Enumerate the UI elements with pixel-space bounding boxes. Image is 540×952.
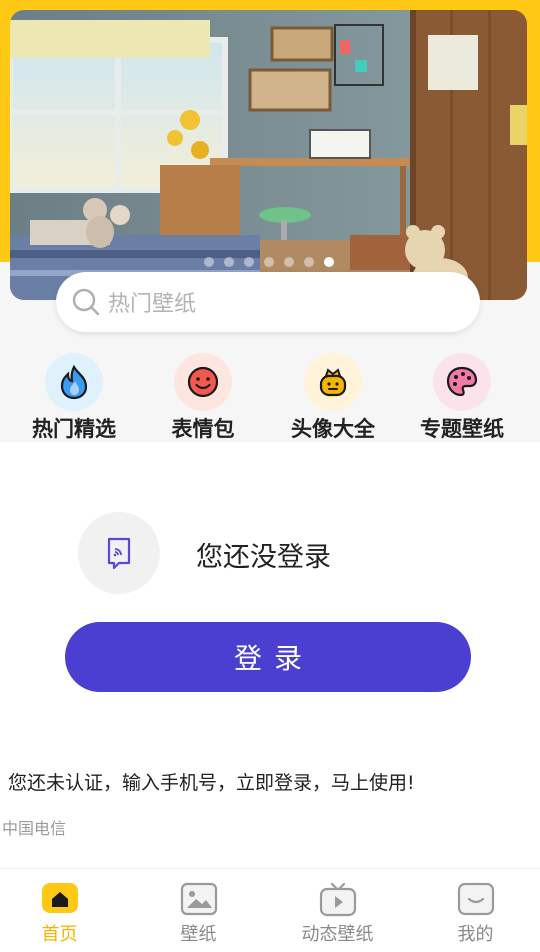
tab-mine[interactable]: 我的	[408, 869, 540, 952]
carousel-indicator	[10, 257, 527, 267]
carrier-label: 中国电信	[2, 819, 67, 838]
search-placeholder: 热门壁纸	[108, 292, 197, 317]
tab-label: 我的	[457, 924, 494, 945]
carousel-dot[interactable]	[283, 257, 294, 267]
category-label: 表情包	[171, 417, 235, 441]
category-icon-bg	[433, 353, 491, 411]
carousel-dot[interactable]	[303, 257, 314, 267]
tab-label: 壁纸	[180, 924, 217, 945]
category-topic-wallpapers[interactable]: 专题壁纸	[402, 353, 522, 443]
category-row: 热门精选 表情包 头像大全 专题壁纸	[0, 353, 540, 441]
login-button[interactable]: 登录	[65, 622, 471, 692]
smiley-icon	[187, 366, 219, 398]
tab-label: 首页	[41, 924, 78, 945]
flame-icon	[60, 364, 88, 400]
home-icon	[41, 883, 78, 913]
tab-live-wallpaper[interactable]: 动态壁纸	[270, 869, 405, 952]
category-icon-bg	[304, 353, 362, 411]
carousel-dot[interactable]	[263, 257, 274, 267]
category-icon-bg	[45, 353, 103, 411]
image-icon	[180, 882, 217, 916]
phone-login-icon	[107, 537, 131, 570]
avatar-crown-icon	[319, 368, 347, 397]
category-stickers[interactable]: 表情包	[143, 353, 263, 443]
category-label: 热门精选	[32, 417, 116, 441]
bottom-nav: 首页 壁纸 动态壁纸 我的	[0, 868, 540, 952]
video-tv-icon	[319, 882, 356, 917]
login-status-title: 您还没登录	[196, 542, 331, 573]
category-hot-picks[interactable]: 热门精选	[14, 353, 134, 443]
search-icon	[72, 288, 100, 316]
profile-icon	[457, 882, 494, 916]
login-avatar	[78, 512, 160, 594]
carousel-dot[interactable]	[203, 257, 214, 267]
login-notice: 您还未认证，输入手机号，立即登录，马上使用!	[8, 772, 415, 794]
search-bar[interactable]: 热门壁纸	[56, 272, 480, 332]
banner-carousel[interactable]	[10, 10, 527, 300]
tab-home[interactable]: 首页	[0, 869, 127, 952]
category-label: 专题壁纸	[420, 417, 504, 441]
carousel-dot-active[interactable]	[323, 257, 334, 267]
palette-icon	[446, 366, 478, 397]
category-icon-bg	[174, 353, 232, 411]
category-avatars[interactable]: 头像大全	[273, 353, 393, 443]
category-label: 头像大全	[291, 417, 375, 441]
carousel-dot[interactable]	[243, 257, 254, 267]
carousel-dot[interactable]	[223, 257, 234, 267]
tab-label: 动态壁纸	[301, 924, 374, 945]
tab-wallpaper[interactable]: 壁纸	[131, 869, 266, 952]
